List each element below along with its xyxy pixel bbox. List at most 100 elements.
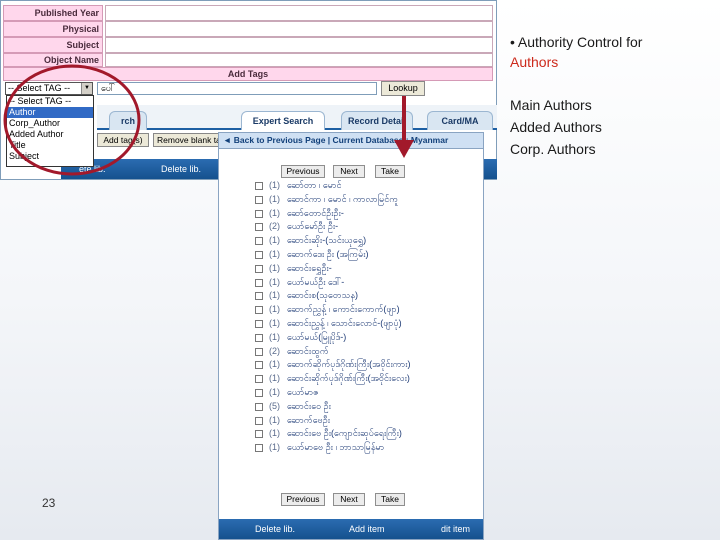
result-count: (1) bbox=[269, 193, 280, 204]
result-row[interactable]: (1) ဆောက်ဗေဦး bbox=[255, 414, 480, 428]
result-author-name[interactable]: ဆော်တာ ၊ မောင် bbox=[287, 179, 342, 192]
tab-card-marc[interactable]: Card/MA bbox=[427, 111, 493, 130]
previous-button[interactable]: Previous bbox=[281, 165, 325, 178]
result-checkbox[interactable] bbox=[255, 182, 263, 190]
result-row[interactable]: (1) ယော်မယ်(မြူပိုဒ်-) bbox=[255, 331, 480, 345]
result-author-name[interactable]: ဆောက်ဒေး ဦး (အကြမ်း) bbox=[287, 248, 369, 261]
delete-lib-link[interactable]: Delete lib. bbox=[255, 519, 295, 539]
result-author-name[interactable]: ယော်မာဗေ ဦး ၊ ဘာသာမြန်မာ bbox=[287, 441, 384, 454]
next-button[interactable]: Next bbox=[333, 165, 365, 178]
popup-header[interactable]: ◄ Back to Previous Page | Current Databa… bbox=[219, 133, 483, 149]
result-checkbox[interactable] bbox=[255, 444, 263, 453]
result-row[interactable]: (1) ဆောက်ဆိုက်ပုဒ်ဂိုဏ်းကြီး(အဝိုင်းကား) bbox=[255, 358, 480, 372]
delete-lib-link[interactable]: Delete lib. bbox=[161, 159, 201, 179]
form-row-published-year: Published Year bbox=[3, 5, 493, 21]
result-checkbox[interactable] bbox=[255, 375, 263, 384]
result-row[interactable]: (1) ဆောင်းရွှေဦး- bbox=[255, 262, 480, 276]
result-row[interactable]: (5) ဆောင်းဝေ ဦး bbox=[255, 400, 480, 414]
result-checkbox[interactable] bbox=[255, 319, 263, 328]
result-author-name[interactable]: ဆော်တောင်ဦးဦး- bbox=[287, 207, 344, 220]
result-row[interactable]: (1) ဆောင်းညွှန့် ၊ သောင်းလောင်-(ဖျာပုံ) bbox=[255, 317, 480, 331]
bullet: • bbox=[510, 34, 515, 50]
heading-main: Authority Control for bbox=[517, 34, 643, 50]
result-author-name[interactable]: ဆောင်းဆိုက်ပုဒ်ဂိုဏ်းကြီး(အဝိုင်းလေး) bbox=[287, 372, 410, 385]
popup-action-bar: Delete lib. Add item dit item bbox=[219, 519, 483, 539]
result-author-name[interactable]: ယော်မယ်(မြူပိုဒ်-) bbox=[287, 331, 346, 344]
result-checkbox[interactable] bbox=[255, 333, 263, 342]
result-row[interactable]: (1) ယော်မာဇ bbox=[255, 386, 480, 400]
result-checkbox[interactable] bbox=[255, 388, 263, 397]
result-author-name[interactable]: ယော်မော်ဦး ဦး- bbox=[287, 220, 338, 233]
field-label: Published Year bbox=[3, 5, 103, 21]
result-row[interactable]: (1) ဆော်တောင်ဦးဦး- bbox=[255, 207, 480, 221]
result-author-name[interactable]: ဆောင်းထွက် bbox=[287, 345, 329, 358]
result-count: (1) bbox=[269, 373, 280, 384]
field-label: Subject bbox=[3, 37, 103, 53]
add-item-link[interactable]: Add item bbox=[349, 519, 385, 539]
result-row[interactable]: (1) ဆော်တာ ၊ မောင် bbox=[255, 179, 480, 193]
result-checkbox[interactable] bbox=[255, 250, 263, 259]
result-row[interactable]: (2) ဆောင်းထွက် bbox=[255, 345, 480, 359]
result-count: (1) bbox=[269, 428, 280, 439]
previous-button[interactable]: Previous bbox=[281, 493, 325, 506]
result-checkbox[interactable] bbox=[255, 347, 263, 356]
heading-accent: Authors bbox=[510, 54, 559, 70]
result-author-name[interactable]: ဆောင်းဗေ ဦး(ကျောင်းဆုပ်ရေးကြီး) bbox=[287, 427, 402, 440]
result-row[interactable]: (1) ယော်မယ်ဦး ဒေါ်- bbox=[255, 276, 480, 290]
author-type-list: Main Authors Added Authors Corp. Authors bbox=[510, 94, 710, 160]
result-checkbox[interactable] bbox=[255, 361, 263, 370]
result-checkbox[interactable] bbox=[255, 209, 263, 218]
result-count: (2) bbox=[269, 345, 280, 356]
result-author-name[interactable]: ဆောက်ညွှန့် ၊ ကောင်းကောက်(ဖျာ) bbox=[287, 303, 400, 316]
result-author-name[interactable]: ဆောက်ဆိုက်ပုဒ်ဂိုဏ်းကြီး(အဝိုင်းကား) bbox=[287, 358, 411, 371]
physical-field[interactable] bbox=[105, 21, 493, 37]
result-row[interactable]: (2) ယော်မော်ဦး ဦး- bbox=[255, 220, 480, 234]
result-checkbox[interactable] bbox=[255, 306, 263, 315]
result-count: (1) bbox=[269, 317, 280, 328]
result-checkbox[interactable] bbox=[255, 223, 263, 232]
result-row[interactable]: (1) ဆောင်းဗေ ဦး(ကျောင်းဆုပ်ရေးကြီး) bbox=[255, 427, 480, 441]
object-name-field[interactable] bbox=[105, 53, 493, 67]
result-checkbox[interactable] bbox=[255, 237, 263, 246]
result-author-name[interactable]: ဆောင်းစ(သုတေသန) bbox=[287, 289, 358, 302]
result-count: (1) bbox=[269, 442, 280, 453]
result-row[interactable]: (1) ဆောင်းဆိုက်ပုဒ်ဂိုဏ်းကြီး(အဝိုင်းလေး) bbox=[255, 372, 480, 386]
result-count: (1) bbox=[269, 414, 280, 425]
result-row[interactable]: (1) ဆောင်းစ(သုတေသန) bbox=[255, 289, 480, 303]
result-count: (1) bbox=[269, 304, 280, 315]
remove-blank-tags-button[interactable]: Remove blank ta bbox=[153, 133, 223, 147]
result-checkbox[interactable] bbox=[255, 278, 263, 287]
published-year-field[interactable] bbox=[105, 5, 493, 21]
result-author-name[interactable]: ဆောင်းရွှေဦး- bbox=[287, 262, 332, 275]
result-checkbox[interactable] bbox=[255, 264, 263, 273]
author-result-list: (1) ဆော်တာ ၊ မောင် (1) ဆောင်ကာ ၊ မောင် ၊ ကာ… bbox=[255, 179, 480, 455]
result-author-name[interactable]: ယော်မာဇ bbox=[287, 386, 319, 399]
result-checkbox[interactable] bbox=[255, 430, 263, 439]
result-count: (1) bbox=[269, 290, 280, 301]
tab-expert-search[interactable]: Expert Search bbox=[241, 111, 325, 130]
result-author-name[interactable]: ဆောင်းညွှန့် ၊ သောင်းလောင်-(ဖျာပုံ) bbox=[287, 317, 402, 330]
result-row[interactable]: (1) ဆောက်ညွှန့် ၊ ကောင်းကောက်(ဖျာ) bbox=[255, 303, 480, 317]
take-button[interactable]: Take bbox=[375, 165, 405, 178]
author-type-item: Corp. Authors bbox=[510, 141, 596, 157]
result-author-name[interactable]: ယော်မယ်ဦး ဒေါ်- bbox=[287, 276, 344, 289]
result-author-name[interactable]: ဆောင်းဆိုး-(သင်းယုရွှေ) bbox=[287, 234, 366, 247]
result-author-name[interactable]: ဆောင်ကာ ၊ မောင် ၊ ကာလာမြင်ကူ bbox=[287, 193, 398, 206]
result-row[interactable]: (1) ယော်မာဗေ ဦး ၊ ဘာသာမြန်မာ bbox=[255, 441, 480, 455]
result-checkbox[interactable] bbox=[255, 402, 263, 411]
result-author-name[interactable]: ဆောင်းဝေ ဦး bbox=[287, 400, 331, 413]
author-type-item: Main Authors bbox=[510, 97, 592, 113]
take-button[interactable]: Take bbox=[375, 493, 405, 506]
result-row[interactable]: (1) ဆောက်ဒေး ဦး (အကြမ်း) bbox=[255, 248, 480, 262]
next-button[interactable]: Next bbox=[333, 493, 365, 506]
result-author-name[interactable]: ဆောက်ဗေဦး bbox=[287, 414, 330, 427]
edit-item-link[interactable]: dit item bbox=[441, 519, 470, 539]
result-checkbox[interactable] bbox=[255, 416, 263, 425]
result-count: (2) bbox=[269, 221, 280, 232]
result-count: (1) bbox=[269, 386, 280, 397]
subject-field[interactable] bbox=[105, 37, 493, 53]
result-checkbox[interactable] bbox=[255, 292, 263, 301]
result-row[interactable]: (1) ဆောင်ကာ ၊ မောင် ၊ ကာလာမြင်ကူ bbox=[255, 193, 480, 207]
result-checkbox[interactable] bbox=[255, 195, 263, 204]
result-row[interactable]: (1) ဆောင်းဆိုး-(သင်းယုရွှေ) bbox=[255, 234, 480, 248]
